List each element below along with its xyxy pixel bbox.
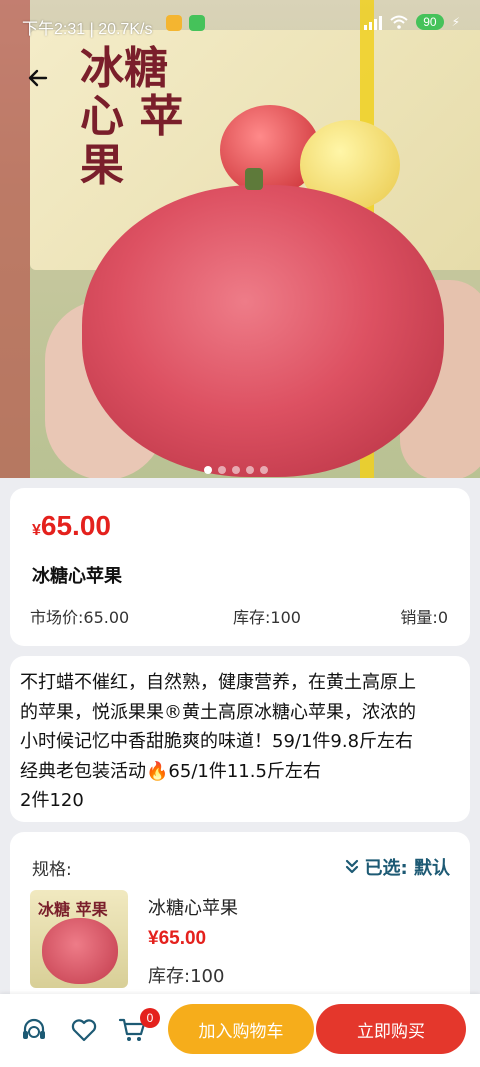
carousel-indicator [204, 466, 268, 474]
price-card: ¥65.00 冰糖心苹果 市场价:65.00 库存:100 销量:0 [10, 488, 470, 646]
charging-icon: ⚡ [451, 15, 460, 29]
signal-icon [364, 14, 383, 30]
status-bar: 下午2:31 | 20.7K/s 90 ⚡ [0, 0, 480, 46]
carousel-dot [246, 466, 254, 474]
arrow-left-icon [28, 69, 48, 87]
sales-count: 销量:0 [400, 608, 448, 627]
battery-icon: 90 [416, 14, 444, 30]
double-chevron-down-icon [345, 859, 358, 874]
description-line: 2件120 [20, 790, 84, 811]
description-line: 小时候记忆中香甜脆爽的味道！59/1件9.8斤左右 [20, 731, 414, 752]
product-title: 冰糖心苹果 [32, 566, 122, 587]
product-image-carousel[interactable]: 冰糖心 苹果 [0, 0, 480, 478]
status-indicators: 90 ⚡ [364, 14, 460, 30]
wifi-icon [390, 15, 408, 29]
spec-selector[interactable]: 已选: 默认 [345, 854, 450, 880]
thumb-apple [42, 918, 118, 984]
apple-stem [245, 168, 263, 190]
headset-icon [23, 1018, 45, 1039]
carousel-dot [232, 466, 240, 474]
product-price: ¥65.00 [32, 510, 111, 542]
customer-service-button[interactable] [20, 1016, 48, 1044]
spec-label: 规格: [32, 860, 72, 880]
back-button[interactable] [22, 62, 54, 94]
cart-count-badge: 0 [140, 1008, 160, 1028]
carousel-dot [218, 466, 226, 474]
add-to-cart-button[interactable]: 加入购物车 [168, 1004, 314, 1054]
stock-count: 库存:100 [233, 608, 301, 627]
status-time-speed: 下午2:31 | 20.7K/s [22, 21, 153, 38]
description-line: 的苹果，悦派果果®黄土高原冰糖心苹果，浓浓的 [20, 701, 416, 723]
currency-symbol: ¥ [32, 522, 41, 539]
buy-now-button[interactable]: 立即购买 [316, 1004, 466, 1054]
market-price: 市场价:65.00 [30, 608, 130, 627]
carousel-dot [260, 466, 268, 474]
box-print-text: 冰糖心 苹果 [80, 43, 184, 191]
bottom-action-bar: 0 加入购物车 立即购买 [0, 994, 480, 1067]
description-line: 不打蜡不催红，自然熟，健康营养，在黄土高原上 [20, 672, 416, 693]
heart-icon [71, 1019, 97, 1042]
spec-selected-text: 已选: 默认 [364, 858, 450, 879]
description-line: 经典老包装活动🔥65/1件11.5斤左右 [20, 760, 321, 782]
thumb-box-text: 冰糖 苹果 [38, 900, 108, 919]
description-card: 不打蜡不催红，自然熟，健康营养，在黄土高原上 的苹果，悦派果果®黄土高原冰糖心苹… [10, 656, 470, 822]
spec-name: 冰糖心苹果 [148, 898, 238, 919]
price-amount: 65.00 [40, 510, 111, 541]
notification-icon [166, 15, 182, 31]
apple-photo [82, 185, 444, 477]
spec-thumbnail[interactable]: 冰糖 苹果 [30, 890, 128, 988]
spec-price: ¥65.00 [148, 928, 207, 949]
app-notification-icon [189, 15, 205, 31]
favorite-button[interactable] [70, 1016, 98, 1044]
spec-stock: 库存:100 [148, 966, 225, 987]
carousel-dot-active [204, 466, 212, 474]
